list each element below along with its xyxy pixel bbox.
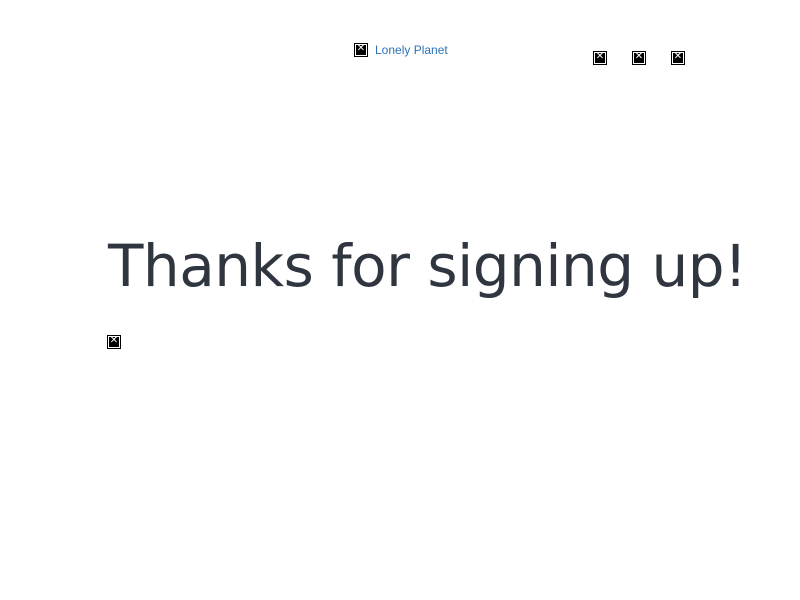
logo-broken-image-icon[interactable] xyxy=(354,43,368,57)
page: Lonely Planet Thanks for signing up! xyxy=(0,0,800,600)
logo-link[interactable]: Lonely Planet xyxy=(375,43,448,57)
page-title: Thanks for signing up! xyxy=(108,232,747,300)
social-icon-3-broken-image-icon[interactable] xyxy=(671,51,685,65)
social-icon-2-broken-image-icon[interactable] xyxy=(632,51,646,65)
social-icon-1-broken-image-icon[interactable] xyxy=(593,51,607,65)
content-broken-image-icon xyxy=(107,335,121,349)
